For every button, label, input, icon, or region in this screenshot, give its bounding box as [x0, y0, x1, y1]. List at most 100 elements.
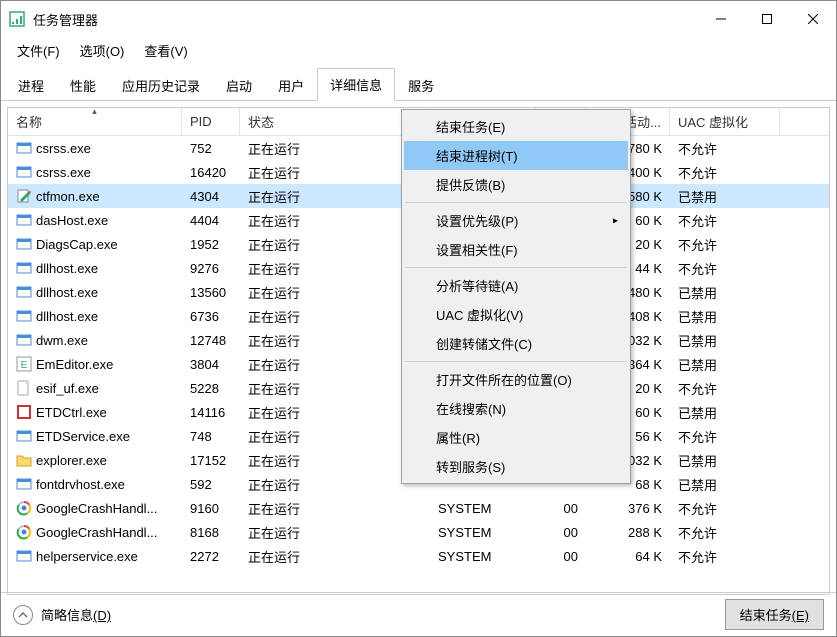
process-name: dwm.exe [36, 333, 88, 348]
col-name[interactable]: ▴名称 [8, 108, 182, 135]
process-name: fontdrvhost.exe [36, 477, 125, 492]
ctx-wait-chain[interactable]: 分析等待链(A) [404, 271, 628, 300]
cell-uac: 不允许 [670, 235, 780, 254]
process-icon [16, 260, 32, 276]
ctx-end-task[interactable]: 结束任务(E) [404, 112, 628, 141]
cell-uac: 已禁用 [670, 187, 780, 206]
ctx-priority[interactable]: 设置优先级(P)▸ [404, 206, 628, 235]
maximize-button[interactable] [744, 1, 790, 37]
cell-uac: 已禁用 [670, 355, 780, 374]
tab-details[interactable]: 详细信息 [317, 68, 395, 101]
cell-uac: 不允许 [670, 523, 780, 542]
cell-uac: 不允许 [670, 211, 780, 230]
cell-name: dllhost.exe [8, 284, 182, 300]
cell-name: ETDService.exe [8, 428, 182, 444]
ctx-affinity[interactable]: 设置相关性(F) [404, 235, 628, 264]
process-icon [16, 524, 32, 540]
process-icon [16, 428, 32, 444]
process-icon [16, 164, 32, 180]
ctx-uac-virt[interactable]: UAC 虚拟化(V) [404, 300, 628, 329]
cell-uac: 已禁用 [670, 283, 780, 302]
process-name: dllhost.exe [36, 285, 98, 300]
minimize-button[interactable] [698, 1, 744, 37]
process-name: GoogleCrashHandl... [36, 525, 157, 540]
col-name-label: 名称 [16, 112, 42, 131]
ctx-separator [405, 361, 627, 362]
titlebar: 任务管理器 [1, 1, 836, 37]
col-uac[interactable]: UAC 虚拟化 [670, 108, 780, 135]
submenu-arrow-icon: ▸ [613, 215, 618, 226]
table-row[interactable]: helperservice.exe2272正在运行SYSTEM0064 K不允许 [8, 544, 829, 568]
process-name: dllhost.exe [36, 261, 98, 276]
ctx-goto-service[interactable]: 转到服务(S) [404, 452, 628, 481]
cell-uac: 不允许 [670, 427, 780, 446]
detail-toggle-label: 简略信息(D) [41, 605, 111, 624]
ctx-properties[interactable]: 属性(R) [404, 423, 628, 452]
process-icon [16, 452, 32, 468]
cell-uac: 已禁用 [670, 475, 780, 494]
cell-name: GoogleCrashHandl... [8, 500, 182, 516]
tab-startup[interactable]: 启动 [213, 69, 265, 101]
col-pid[interactable]: PID [182, 108, 240, 135]
cell-uac: 不允许 [670, 139, 780, 158]
cell-pid: 14116 [182, 405, 240, 420]
cell-pid: 9160 [182, 501, 240, 516]
cell-user: SYSTEM [430, 525, 536, 540]
ctx-search-online[interactable]: 在线搜索(N) [404, 394, 628, 423]
process-icon [16, 500, 32, 516]
cell-name: ETDCtrl.exe [8, 404, 182, 420]
app-icon [9, 11, 25, 27]
ctx-separator [405, 202, 627, 203]
ctx-end-tree[interactable]: 结束进程树(T) [404, 141, 628, 170]
cell-user: SYSTEM [430, 549, 536, 564]
menu-options[interactable]: 选项(O) [72, 38, 133, 63]
process-icon [16, 236, 32, 252]
cell-mem: 64 K [586, 549, 670, 564]
cell-name: GoogleCrashHandl... [8, 524, 182, 540]
cell-name: dwm.exe [8, 332, 182, 348]
table-row[interactable]: GoogleCrashHandl...8168正在运行SYSTEM00288 K… [8, 520, 829, 544]
cell-pid: 13560 [182, 285, 240, 300]
process-icon [16, 332, 32, 348]
process-icon [16, 188, 32, 204]
process-name: ETDService.exe [36, 429, 130, 444]
process-name: explorer.exe [36, 453, 107, 468]
cell-pid: 8168 [182, 525, 240, 540]
ctx-open-location[interactable]: 打开文件所在的位置(O) [404, 365, 628, 394]
cell-name: esif_uf.exe [8, 380, 182, 396]
cell-name: ctfmon.exe [8, 188, 182, 204]
cell-uac: 已禁用 [670, 331, 780, 350]
process-name: helperservice.exe [36, 549, 138, 564]
process-name: ETDCtrl.exe [36, 405, 107, 420]
process-name: dllhost.exe [36, 309, 98, 324]
cell-pid: 12748 [182, 333, 240, 348]
chevron-up-icon [13, 605, 33, 625]
cell-pid: 6736 [182, 309, 240, 324]
detail-toggle[interactable]: 简略信息(D) [13, 605, 111, 625]
tab-services[interactable]: 服务 [395, 69, 447, 101]
process-icon [16, 212, 32, 228]
tab-performance[interactable]: 性能 [57, 69, 109, 101]
process-icon [16, 284, 32, 300]
ctx-feedback[interactable]: 提供反馈(B) [404, 170, 628, 199]
tab-app-history[interactable]: 应用历史记录 [109, 69, 213, 101]
table-row[interactable]: GoogleCrashHandl...9160正在运行SYSTEM00376 K… [8, 496, 829, 520]
menu-file[interactable]: 文件(F) [9, 38, 68, 63]
footer: 简略信息(D) 结束任务(E) [1, 592, 836, 636]
menubar: 文件(F) 选项(O) 查看(V) [1, 37, 836, 63]
cell-name: explorer.exe [8, 452, 182, 468]
tab-processes[interactable]: 进程 [5, 69, 57, 101]
end-task-button[interactable]: 结束任务(E) [725, 599, 824, 630]
close-button[interactable] [790, 1, 836, 37]
process-name: DiagsCap.exe [36, 237, 118, 252]
cell-pid: 752 [182, 141, 240, 156]
cell-mem: 376 K [586, 501, 670, 516]
cell-pid: 2272 [182, 549, 240, 564]
menu-view[interactable]: 查看(V) [136, 38, 195, 63]
process-icon [16, 308, 32, 324]
tab-users[interactable]: 用户 [265, 69, 317, 101]
cell-name: DiagsCap.exe [8, 236, 182, 252]
cell-uac: 已禁用 [670, 451, 780, 470]
cell-uac: 不允许 [670, 379, 780, 398]
ctx-create-dump[interactable]: 创建转储文件(C) [404, 329, 628, 358]
